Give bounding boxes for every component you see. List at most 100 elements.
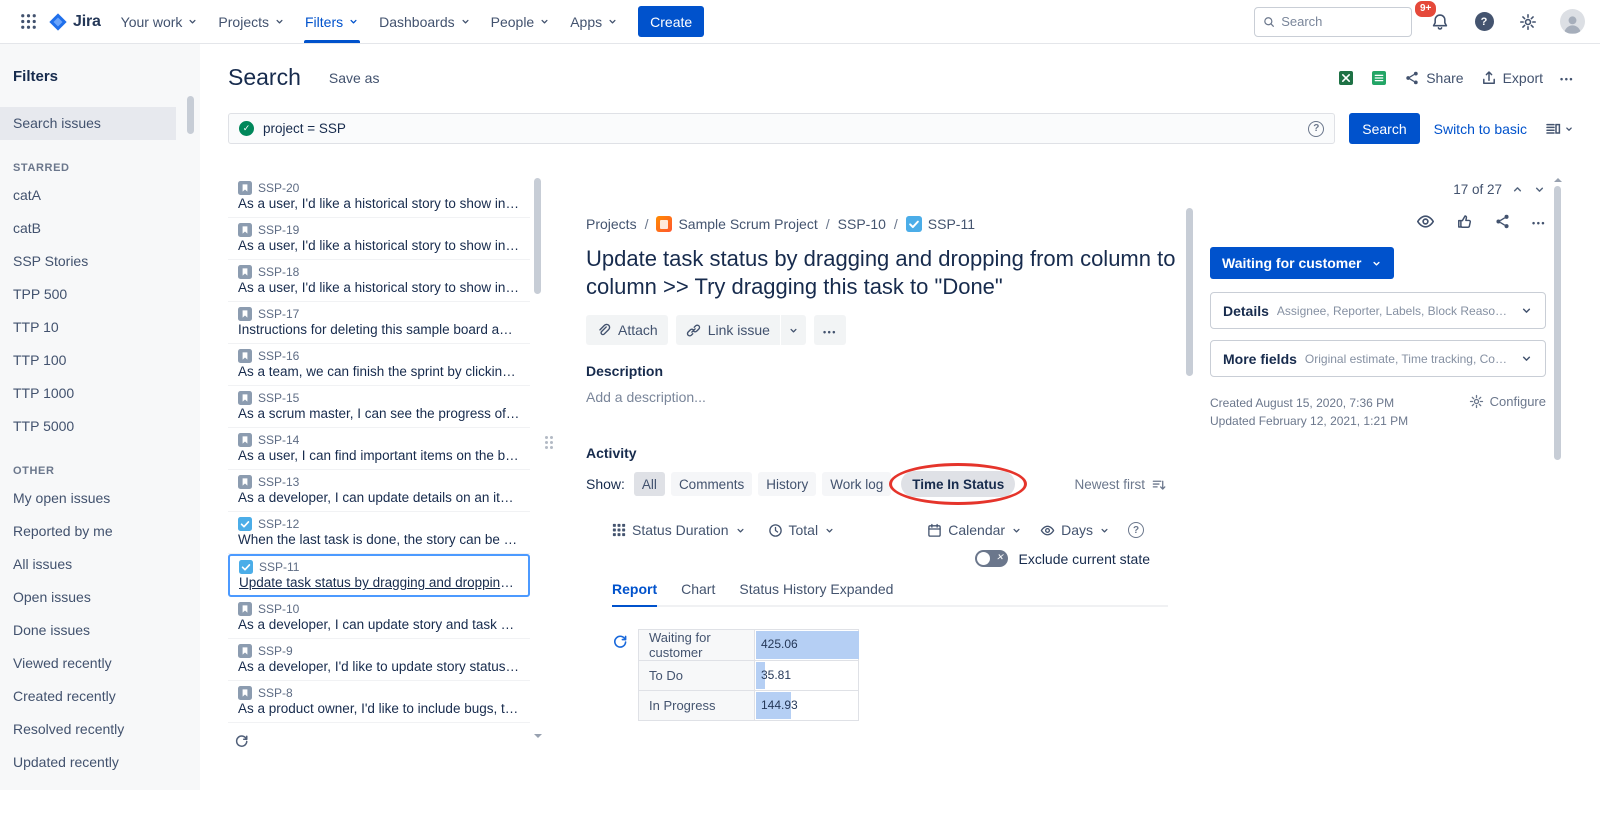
detail-view-icon[interactable] bbox=[1545, 121, 1574, 137]
link-issue-button[interactable]: Link issue bbox=[676, 315, 780, 345]
detail-scrollbar[interactable] bbox=[1186, 208, 1193, 376]
issue-row[interactable]: SSP-15 As a scrum master, I can see the … bbox=[228, 386, 530, 428]
sidebar-item-starred[interactable]: TTP 100 bbox=[0, 344, 176, 377]
next-issue-icon[interactable] bbox=[1533, 183, 1546, 196]
sidebar-item-starred[interactable]: SSP Stories bbox=[0, 245, 176, 278]
issue-row[interactable]: SSP-13 As a developer, I can update deta… bbox=[228, 470, 530, 512]
refresh-icon[interactable] bbox=[612, 633, 628, 649]
sort-order-button[interactable]: Newest first bbox=[1074, 477, 1166, 492]
nav-apps[interactable]: Apps bbox=[560, 0, 628, 43]
exclude-current-state-toggle[interactable] bbox=[975, 550, 1008, 567]
total-dropdown[interactable]: Total bbox=[768, 522, 836, 538]
syntax-help-icon[interactable] bbox=[1308, 121, 1324, 137]
search-button[interactable]: Search bbox=[1349, 113, 1419, 144]
filter-work-log[interactable]: Work log bbox=[822, 472, 891, 496]
sidebar-item-other[interactable]: Open issues bbox=[0, 581, 176, 614]
filter-time-in-status[interactable]: Time In Status bbox=[901, 471, 1015, 497]
sidebar-item-other[interactable]: My open issues bbox=[0, 482, 176, 515]
column-resizer-handle[interactable] bbox=[545, 436, 553, 449]
sidebar-item-starred[interactable]: TTP 1000 bbox=[0, 377, 176, 410]
sheets-export-icon[interactable] bbox=[1371, 70, 1387, 86]
nav-filters[interactable]: Filters bbox=[295, 0, 369, 43]
help-icon[interactable] bbox=[1468, 6, 1500, 38]
breadcrumb-project[interactable]: Sample Scrum Project bbox=[656, 216, 817, 232]
filter-all[interactable]: All bbox=[634, 472, 665, 496]
more-icon[interactable] bbox=[1560, 69, 1574, 87]
avatar[interactable] bbox=[1556, 6, 1588, 38]
watch-icon[interactable] bbox=[1416, 212, 1435, 231]
sidebar-item-other[interactable]: Reported by me bbox=[0, 515, 176, 548]
issue-row-selected[interactable]: SSP-11 Update task status by dragging an… bbox=[228, 554, 530, 597]
issue-row[interactable]: SSP-16 As a team, we can finish the spri… bbox=[228, 344, 530, 386]
tab-chart[interactable]: Chart bbox=[681, 581, 715, 605]
nav-people[interactable]: People bbox=[481, 0, 561, 43]
sidebar-item-search-issues[interactable]: Search issues bbox=[0, 107, 176, 140]
issue-row[interactable]: SSP-8 As a product owner, I'd like to in… bbox=[228, 681, 530, 723]
attach-button[interactable]: Attach bbox=[586, 315, 668, 345]
global-search-input[interactable] bbox=[1281, 14, 1403, 29]
breadcrumb-current-issue[interactable]: SSP-11 bbox=[906, 216, 975, 232]
save-as-button[interactable]: Save as bbox=[329, 70, 380, 86]
jql-input[interactable]: project = SSP bbox=[228, 113, 1335, 144]
issue-title[interactable]: Update task status by dragging and dropp… bbox=[586, 245, 1182, 301]
days-dropdown[interactable]: Days bbox=[1040, 522, 1110, 538]
plugin-help-icon[interactable] bbox=[1128, 522, 1144, 538]
vote-icon[interactable] bbox=[1456, 213, 1473, 230]
page-scrollbar[interactable] bbox=[1554, 178, 1561, 818]
sidebar-item-other[interactable]: All issues bbox=[0, 548, 176, 581]
notifications-icon[interactable]: 9+ bbox=[1424, 6, 1456, 38]
sidebar-item-other[interactable]: Viewed recently bbox=[0, 647, 176, 680]
issue-row[interactable]: SSP-20 As a user, I'd like a historical … bbox=[228, 176, 530, 218]
refresh-icon[interactable] bbox=[234, 733, 249, 748]
sidebar-item-starred[interactable]: TPP 500 bbox=[0, 278, 176, 311]
status-dropdown[interactable]: Waiting for customer bbox=[1210, 247, 1394, 279]
export-button[interactable]: Export bbox=[1481, 70, 1543, 86]
configure-button[interactable]: Configure bbox=[1469, 394, 1546, 409]
issue-row[interactable]: SSP-17 Instructions for deleting this sa… bbox=[228, 302, 530, 344]
issue-row[interactable]: SSP-18 As a user, I'd like a historical … bbox=[228, 260, 530, 302]
nav-dashboards[interactable]: Dashboards bbox=[369, 0, 481, 43]
jira-logo[interactable]: Jira bbox=[44, 12, 111, 32]
issue-row[interactable]: SSP-14 As a user, I can find important i… bbox=[228, 428, 530, 470]
jql-query-text[interactable]: project = SSP bbox=[263, 121, 346, 136]
sidebar-item-other[interactable]: Created recently bbox=[0, 680, 176, 713]
app-switcher-icon[interactable] bbox=[12, 6, 44, 38]
link-issue-dropdown-icon[interactable] bbox=[781, 315, 806, 345]
filter-comments[interactable]: Comments bbox=[671, 472, 752, 496]
sidebar-item-other[interactable]: Updated recently bbox=[0, 746, 176, 779]
breadcrumb-parent-issue[interactable]: SSP-10 bbox=[838, 216, 886, 232]
issue-row[interactable]: SSP-19 As a user, I'd like a historical … bbox=[228, 218, 530, 260]
global-search[interactable] bbox=[1254, 7, 1412, 37]
tab-report[interactable]: Report bbox=[612, 581, 657, 607]
sidebar-item-starred[interactable]: TTP 10 bbox=[0, 311, 176, 344]
status-duration-dropdown[interactable]: Status Duration bbox=[612, 522, 746, 538]
tab-status-history-expanded[interactable]: Status History Expanded bbox=[739, 581, 893, 605]
previous-issue-icon[interactable] bbox=[1511, 183, 1524, 196]
create-button[interactable]: Create bbox=[638, 6, 704, 37]
sidebar-item-other[interactable]: Resolved recently bbox=[0, 713, 176, 746]
description-placeholder[interactable]: Add a description... bbox=[586, 389, 1182, 405]
more-actions-icon[interactable] bbox=[814, 315, 846, 345]
sidebar-scrollbar[interactable] bbox=[187, 96, 194, 134]
more-icon[interactable] bbox=[1532, 213, 1546, 231]
more-fields-panel[interactable]: More fields Original estimate, Time trac… bbox=[1210, 340, 1546, 377]
sidebar-item-starred[interactable]: catB bbox=[0, 212, 176, 245]
switch-to-basic-link[interactable]: Switch to basic bbox=[1434, 121, 1527, 137]
sidebar-item-starred[interactable]: TTP 5000 bbox=[0, 410, 176, 443]
sidebar-item-other[interactable]: Done issues bbox=[0, 614, 176, 647]
nav-your-work[interactable]: Your work bbox=[111, 0, 209, 43]
sidebar-item-starred[interactable]: catA bbox=[0, 179, 176, 212]
nav-projects[interactable]: Projects bbox=[208, 0, 295, 43]
share-icon[interactable] bbox=[1494, 213, 1511, 230]
details-panel[interactable]: Details Assignee, Reporter, Labels, Bloc… bbox=[1210, 292, 1546, 329]
share-button[interactable]: Share bbox=[1404, 70, 1463, 86]
issue-row[interactable]: SSP-9 As a developer, I'd like to update… bbox=[228, 639, 530, 681]
excel-export-icon[interactable] bbox=[1338, 70, 1354, 86]
settings-icon[interactable] bbox=[1512, 6, 1544, 38]
calendar-dropdown[interactable]: Calendar bbox=[927, 522, 1022, 538]
filter-history[interactable]: History bbox=[758, 472, 816, 496]
issue-row[interactable]: SSP-10 As a developer, I can update stor… bbox=[228, 597, 530, 639]
issue-row[interactable]: SSP-12 When the last task is done, the s… bbox=[228, 512, 530, 554]
breadcrumb-projects[interactable]: Projects bbox=[586, 216, 637, 232]
issue-list-scrollbar[interactable] bbox=[534, 178, 541, 734]
